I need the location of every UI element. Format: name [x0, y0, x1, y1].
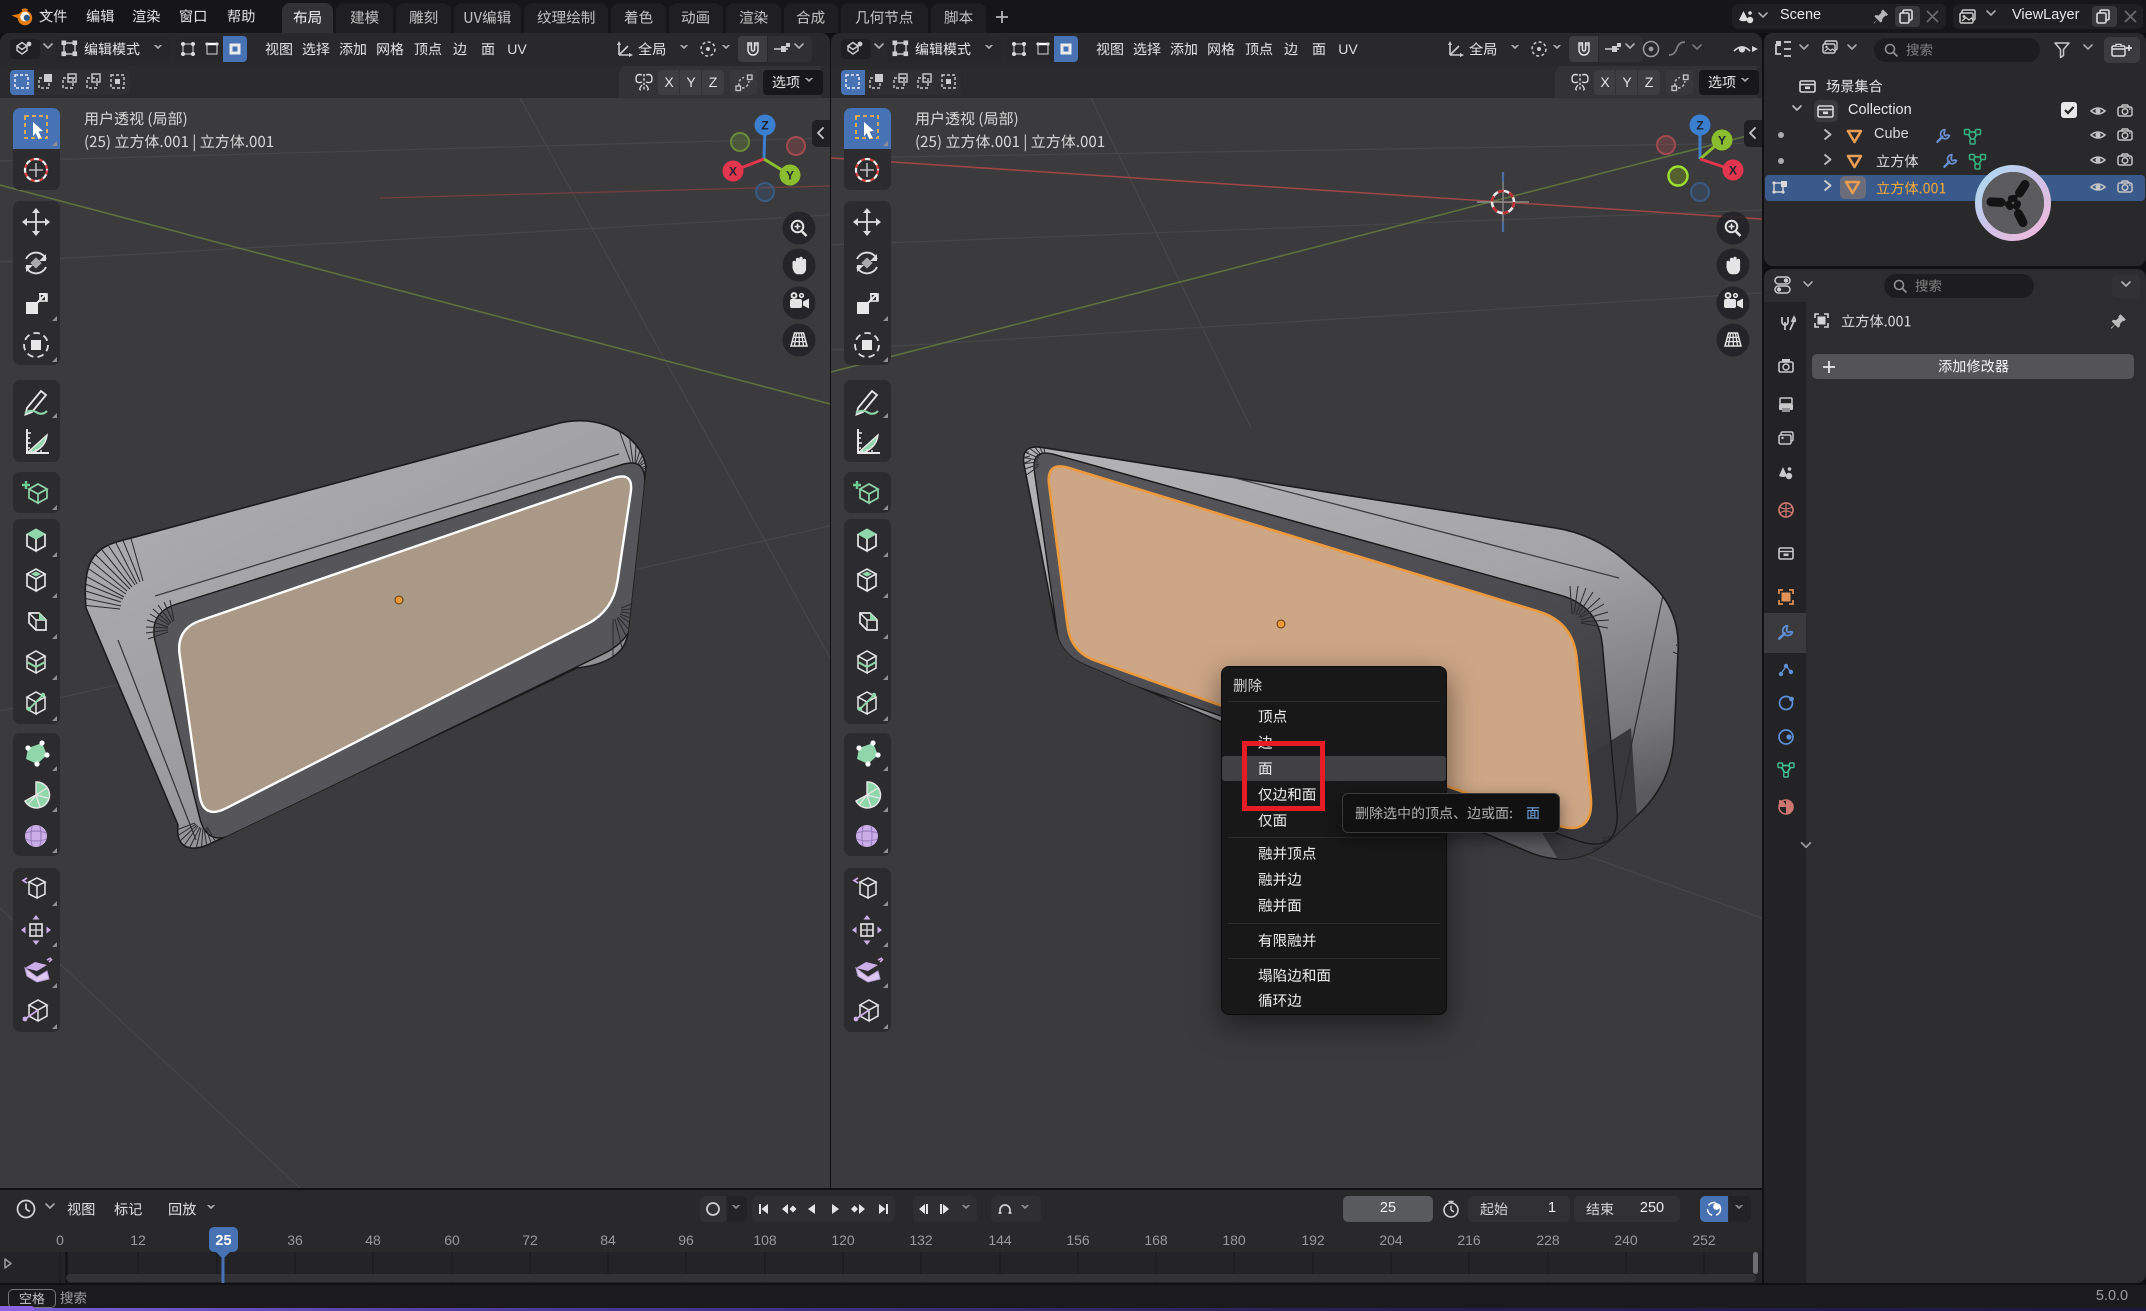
svg-text:X: X — [1729, 164, 1737, 178]
svg-text:Z: Z — [761, 119, 768, 133]
svg-text:X: X — [729, 165, 737, 179]
svg-text:Y: Y — [1718, 134, 1726, 148]
svg-text:Z: Z — [1696, 119, 1703, 133]
svg-text:Y: Y — [786, 169, 794, 183]
